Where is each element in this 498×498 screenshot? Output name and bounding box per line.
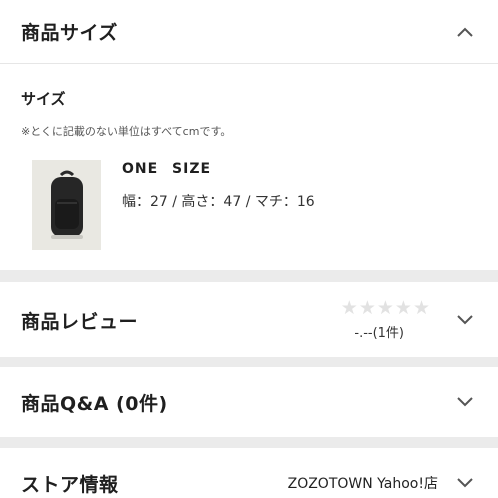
qa-section-title: 商品Q&A (0件): [21, 392, 168, 415]
review-summary: ★ ★ ★ ★ ★ -.--(1件): [341, 299, 476, 341]
star-icon: ★: [340, 297, 358, 319]
backpack-image: [50, 170, 83, 239]
review-section-header[interactable]: 商品レビュー ★ ★ ★ ★ ★ -.--(1件): [0, 282, 498, 358]
star-icon: ★: [358, 297, 376, 319]
product-image: [32, 160, 101, 250]
rating-text: -.--(1件): [354, 326, 404, 341]
size-unit-note: ※とくに記載のない単位はすべてcmです。: [21, 125, 232, 138]
chevron-down-icon[interactable]: [454, 391, 476, 413]
size-subtitle: サイズ: [21, 90, 66, 108]
section-divider: [0, 270, 498, 282]
size-section-header[interactable]: 商品サイズ: [0, 0, 498, 64]
chevron-down-icon[interactable]: [454, 472, 476, 494]
chevron-up-icon[interactable]: [454, 21, 476, 43]
star-icon: ★: [412, 297, 430, 319]
size-section-title: 商品サイズ: [21, 22, 118, 44]
rating-box: ★ ★ ★ ★ ★ -.--(1件): [341, 299, 430, 342]
qa-section-header[interactable]: 商品Q&A (0件): [0, 367, 498, 437]
chevron-down-icon[interactable]: [454, 309, 476, 331]
store-section-title: ストア情報: [21, 473, 119, 496]
star-icon: ★: [394, 297, 412, 319]
size-dimensions: 幅：27 / 高さ：47 / マチ：16: [122, 194, 315, 210]
review-section-title: 商品レビュー: [21, 310, 139, 333]
store-section-header[interactable]: ストア情報 ZOZOTOWN Yahoo!店: [0, 448, 498, 498]
star-icon: ★: [376, 297, 394, 319]
star-rating: ★ ★ ★ ★ ★: [341, 299, 430, 318]
size-name: ONE SIZE: [122, 161, 212, 177]
store-summary: ZOZOTOWN Yahoo!店: [288, 472, 476, 494]
store-name: ZOZOTOWN Yahoo!店: [287, 476, 438, 492]
